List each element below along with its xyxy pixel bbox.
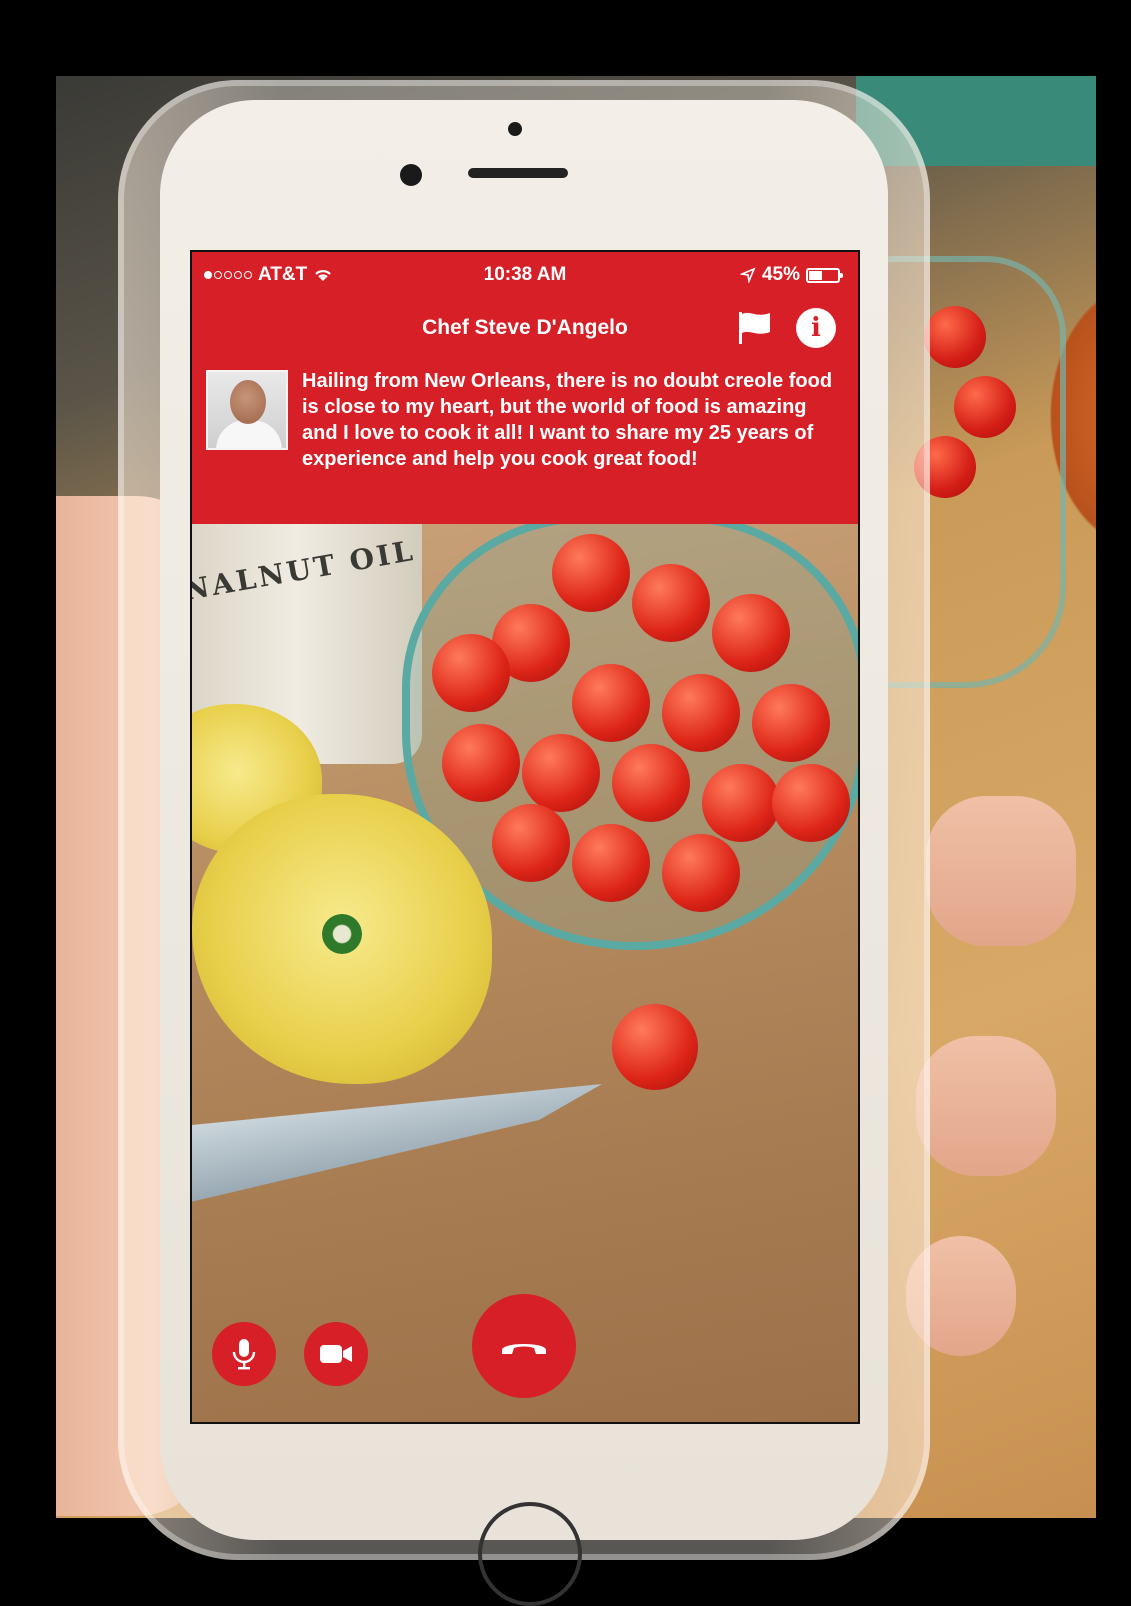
background-tomato bbox=[954, 376, 1016, 438]
chef-knife bbox=[192, 1084, 602, 1204]
video-feed: NALNUT OIL bbox=[192, 524, 858, 1422]
chef-avatar bbox=[206, 370, 288, 450]
battery-icon bbox=[806, 267, 843, 283]
phone-screen: AT&T 10:38 AM 45% Chef Steve D'Angelo i bbox=[190, 250, 860, 1424]
status-right: 45% bbox=[739, 264, 843, 286]
chef-bio: Hailing from New Orleans, there is no do… bbox=[302, 370, 833, 470]
front-camera bbox=[400, 164, 422, 186]
mute-microphone-button[interactable] bbox=[212, 1322, 276, 1386]
chef-header: Chef Steve D'Angelo i Hailing from New O… bbox=[192, 296, 858, 524]
tomato bbox=[552, 534, 630, 612]
tomato bbox=[662, 674, 740, 752]
tomato bbox=[632, 564, 710, 642]
tomato bbox=[702, 764, 780, 842]
loose-tomato bbox=[612, 1004, 698, 1090]
info-icon: i bbox=[811, 313, 821, 343]
tomato bbox=[612, 744, 690, 822]
tomato bbox=[712, 594, 790, 672]
tomato bbox=[572, 664, 650, 742]
bottle-label: NALNUT OIL bbox=[192, 533, 418, 608]
toggle-video-button[interactable] bbox=[304, 1322, 368, 1386]
home-button[interactable] bbox=[478, 1502, 582, 1606]
flag-icon bbox=[739, 312, 770, 344]
earpiece-speaker bbox=[468, 168, 568, 178]
info-button[interactable]: i bbox=[796, 308, 836, 348]
tomato bbox=[752, 684, 830, 762]
yellow-squash bbox=[192, 794, 492, 1084]
tomato bbox=[662, 834, 740, 912]
tomato bbox=[772, 764, 850, 842]
call-controls bbox=[192, 1282, 858, 1402]
tomato bbox=[522, 734, 600, 812]
microphone-icon bbox=[232, 1339, 256, 1370]
tomato bbox=[432, 634, 510, 712]
hand-finger bbox=[916, 1036, 1056, 1176]
tomato bbox=[492, 804, 570, 882]
report-flag-button[interactable] bbox=[734, 308, 774, 348]
battery-percent: 45% bbox=[761, 264, 800, 285]
location-arrow-icon bbox=[739, 267, 756, 283]
phone-hangup-icon bbox=[502, 1344, 546, 1354]
video-camera-icon bbox=[320, 1345, 352, 1363]
end-call-button[interactable] bbox=[472, 1294, 576, 1398]
status-bar: AT&T 10:38 AM 45% bbox=[192, 252, 858, 296]
proximity-sensor bbox=[508, 122, 522, 136]
tomato bbox=[572, 824, 650, 902]
tomato bbox=[442, 724, 520, 802]
hand-finger bbox=[926, 796, 1076, 946]
background-tomato bbox=[924, 306, 986, 368]
